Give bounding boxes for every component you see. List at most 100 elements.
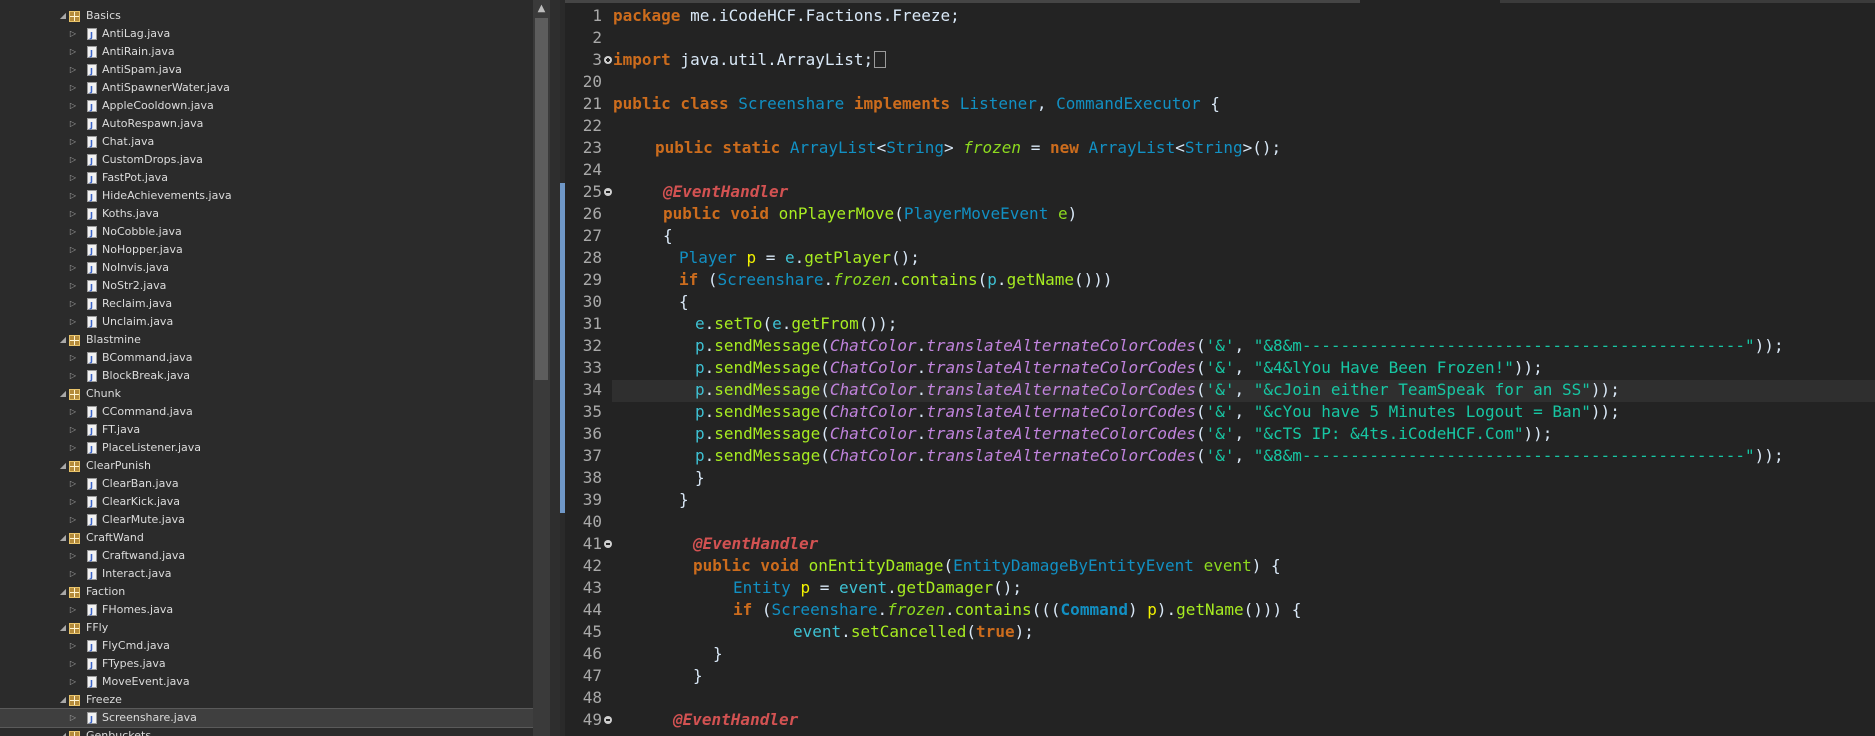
file-row[interactable]: ▷ Screenshare.java	[0, 708, 533, 729]
code-line[interactable]: 44 if (Screenshare.frozen.contains(((Comm…	[560, 599, 1875, 621]
expand-arrow-icon[interactable]: ▷	[68, 79, 78, 97]
file-row[interactable]: ▷ ClearKick.java	[0, 493, 533, 513]
code-text[interactable]: e.setTo(e.getFrom());	[613, 313, 897, 335]
file-row[interactable]: ▷ AntiSpawnerWater.java	[0, 79, 533, 99]
expand-arrow-icon[interactable]: ▷	[68, 97, 78, 115]
code-text[interactable]: @EventHandler	[613, 709, 798, 731]
file-row[interactable]: ▷ ClearMute.java	[0, 511, 533, 531]
package-row[interactable]: ◢ Genbuckets	[0, 727, 533, 736]
scroll-up-arrow-icon[interactable]: ▲	[533, 0, 550, 17]
code-line[interactable]: 2	[560, 27, 1875, 49]
expand-arrow-icon[interactable]: ▷	[68, 493, 78, 511]
package-row[interactable]: ◢ FFly	[0, 619, 533, 637]
code-text[interactable]: p.sendMessage(ChatColor.translateAlterna…	[613, 445, 1784, 467]
package-row[interactable]: ◢ Blastmine	[0, 331, 533, 349]
code-line[interactable]: 34 p.sendMessage(ChatColor.translateAlter…	[560, 379, 1875, 401]
file-row[interactable]: ▷ NoInvis.java	[0, 259, 533, 279]
expand-arrow-icon[interactable]: ▷	[68, 43, 78, 61]
code-line[interactable]: 29 if (Screenshare.frozen.contains(p.getN…	[560, 269, 1875, 291]
code-line[interactable]: 46}	[560, 643, 1875, 665]
expand-arrow-icon[interactable]: ▷	[68, 223, 78, 241]
explorer-scrollbar[interactable]: ▲	[533, 0, 550, 736]
collapse-arrow-icon[interactable]: ◢	[58, 7, 68, 25]
expand-arrow-icon[interactable]: ▷	[68, 439, 78, 457]
file-row[interactable]: ▷ CCommand.java	[0, 403, 533, 423]
code-line[interactable]: 30 {	[560, 291, 1875, 313]
expand-arrow-icon[interactable]: ▷	[68, 313, 78, 331]
collapse-arrow-icon[interactable]: ◢	[58, 583, 68, 601]
file-row[interactable]: ▷ Unclaim.java	[0, 313, 533, 333]
file-row[interactable]: ▷ BlockBreak.java	[0, 367, 533, 387]
file-row[interactable]: ▷ FT.java	[0, 421, 533, 441]
file-row[interactable]: ▷ ClearBan.java	[0, 475, 533, 495]
package-row[interactable]: ◢ ClearPunish	[0, 457, 533, 475]
code-line[interactable]: 28 Player p = e.getPlayer();	[560, 247, 1875, 269]
code-line[interactable]: 39}	[560, 489, 1875, 511]
file-row[interactable]: ▷ Chat.java	[0, 133, 533, 153]
file-row[interactable]: ▷ Interact.java	[0, 565, 533, 585]
file-row[interactable]: ▷ AntiRain.java	[0, 43, 533, 63]
code-text[interactable]: Player p = e.getPlayer();	[613, 247, 920, 269]
code-text[interactable]: p.sendMessage(ChatColor.translateAlterna…	[613, 401, 1620, 423]
file-row[interactable]: ▷ AntiSpam.java	[0, 61, 533, 81]
file-row[interactable]: ▷ NoCobble.java	[0, 223, 533, 243]
code-line[interactable]: 37 p.sendMessage(ChatColor.translateAlter…	[560, 445, 1875, 467]
file-row[interactable]: ▷ AntiLag.java	[0, 25, 533, 45]
expand-arrow-icon[interactable]: ▷	[68, 115, 78, 133]
file-row[interactable]: ▷ Craftwand.java	[0, 547, 533, 567]
expand-arrow-icon[interactable]: ▷	[68, 403, 78, 421]
expand-arrow-icon[interactable]: ▷	[68, 547, 78, 565]
code-text[interactable]: if (Screenshare.frozen.contains(p.getNam…	[613, 269, 1113, 291]
expand-arrow-icon[interactable]: ▷	[68, 367, 78, 385]
code-line[interactable]: 23 public static ArrayList<String> frozen…	[560, 137, 1875, 159]
code-text[interactable]: p.sendMessage(ChatColor.translateAlterna…	[613, 335, 1784, 357]
code-line[interactable]: 20	[560, 71, 1875, 93]
pane-divider[interactable]	[550, 0, 560, 736]
expand-arrow-icon[interactable]: ▷	[68, 349, 78, 367]
code-line[interactable]: 42 public void onEntityDamage(EntityDamag…	[560, 555, 1875, 577]
package-row[interactable]: ◢ Freeze	[0, 691, 533, 709]
file-row[interactable]: ▷ MoveEvent.java	[0, 673, 533, 693]
collapse-arrow-icon[interactable]: ◢	[58, 457, 68, 475]
code-text[interactable]: }	[613, 467, 705, 489]
expand-arrow-icon[interactable]: ▷	[68, 25, 78, 43]
code-line[interactable]: 3 import java.util.ArrayList;	[560, 49, 1875, 71]
code-line[interactable]: 48	[560, 687, 1875, 709]
scrollbar-thumb[interactable]	[535, 18, 548, 380]
code-text[interactable]: @EventHandler	[613, 181, 788, 203]
code-line[interactable]: 24	[560, 159, 1875, 181]
expand-arrow-icon[interactable]: ▷	[68, 277, 78, 295]
code-text[interactable]: p.sendMessage(ChatColor.translateAlterna…	[613, 357, 1543, 379]
collapse-arrow-icon[interactable]: ◢	[58, 529, 68, 547]
code-line[interactable]: 38}	[560, 467, 1875, 489]
code-text[interactable]: {	[613, 225, 673, 247]
code-text[interactable]: if (Screenshare.frozen.contains(((Comman…	[613, 599, 1301, 621]
code-lines[interactable]: 1 package me.iCodeHCF.Factions.Freeze; 2 3 i…	[560, 5, 1875, 731]
code-text[interactable]: public static ArrayList<String> frozen =…	[613, 137, 1281, 159]
expand-arrow-icon[interactable]: ▷	[68, 295, 78, 313]
file-row[interactable]: ▷ AppleCooldown.java	[0, 97, 533, 117]
expand-arrow-icon[interactable]: ▷	[68, 169, 78, 187]
file-row[interactable]: ▷ NoStr2.java	[0, 277, 533, 297]
expand-arrow-icon[interactable]: ▷	[68, 133, 78, 151]
code-line[interactable]: 32 p.sendMessage(ChatColor.translateAlter…	[560, 335, 1875, 357]
expand-arrow-icon[interactable]: ▷	[68, 421, 78, 439]
code-line[interactable]: 22	[560, 115, 1875, 137]
file-row[interactable]: ▷ AutoRespawn.java	[0, 115, 533, 135]
file-row[interactable]: ▷ NoHopper.java	[0, 241, 533, 261]
code-editor[interactable]: 1 package me.iCodeHCF.Factions.Freeze; 2 3 i…	[560, 0, 1875, 736]
file-row[interactable]: ▷ FTypes.java	[0, 655, 533, 675]
expand-arrow-icon[interactable]: ▷	[68, 241, 78, 259]
collapsed-imports-marker[interactable]	[874, 51, 887, 68]
expand-arrow-icon[interactable]: ▷	[68, 637, 78, 655]
file-row[interactable]: ▷ FHomes.java	[0, 601, 533, 621]
code-text[interactable]: public void onEntityDamage(EntityDamageB…	[613, 555, 1281, 577]
expand-arrow-icon[interactable]: ▷	[68, 61, 78, 79]
code-text[interactable]: }	[613, 643, 723, 665]
code-text[interactable]: event.setCancelled(true);	[613, 621, 1034, 643]
collapse-arrow-icon[interactable]: ◢	[58, 385, 68, 403]
code-text[interactable]: import java.util.ArrayList;	[613, 49, 887, 71]
code-text[interactable]: }	[613, 665, 703, 687]
code-line[interactable]: 21 public class Screenshare implements Li…	[560, 93, 1875, 115]
collapse-arrow-icon[interactable]: ◢	[58, 691, 68, 709]
